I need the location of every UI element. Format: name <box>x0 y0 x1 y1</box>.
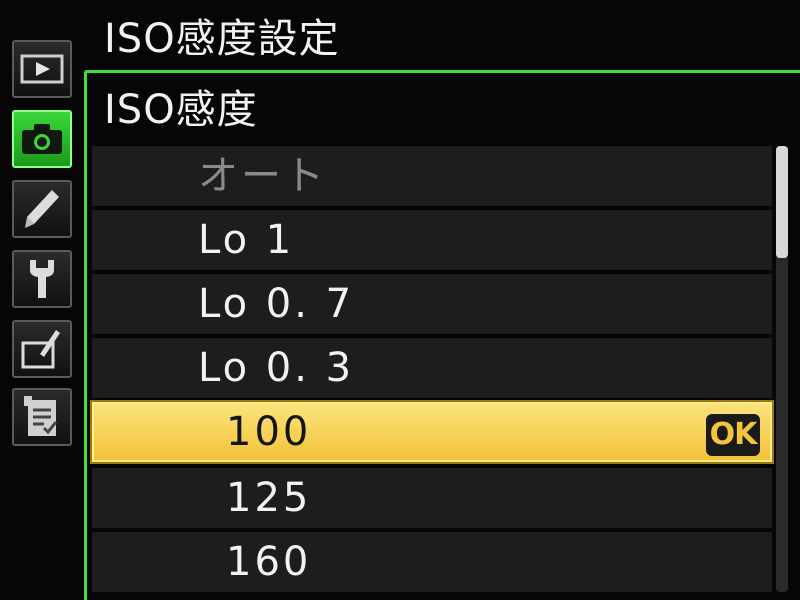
option-lo-0-3[interactable]: Lo 0. 3 <box>92 338 772 398</box>
option-auto: オート <box>92 146 772 206</box>
option-label: 125 <box>226 475 312 521</box>
option-label: Lo 1 <box>198 217 295 263</box>
option-160[interactable]: 160 <box>92 532 772 592</box>
menu-title: ISO感度設定 <box>104 16 340 62</box>
tab-shooting[interactable] <box>12 110 72 168</box>
play-icon <box>20 54 64 84</box>
scrollbar-thumb[interactable] <box>776 146 788 258</box>
ok-button-icon: OK <box>706 414 760 456</box>
option-label: 100 <box>226 409 312 455</box>
option-label: Lo 0. 7 <box>198 281 355 327</box>
tab-playback[interactable] <box>12 40 72 98</box>
tab-setup[interactable] <box>12 250 72 308</box>
camera-icon <box>22 124 62 154</box>
scrollbar[interactable] <box>776 146 788 592</box>
pencil-icon <box>25 190 59 228</box>
option-lo-0-7[interactable]: Lo 0. 7 <box>92 274 772 334</box>
submenu-title: ISO感度 <box>104 87 258 133</box>
retouch-brush-icon <box>21 330 60 369</box>
option-label: Lo 0. 3 <box>198 345 355 391</box>
option-label: オート <box>198 153 327 199</box>
tab-custom-settings[interactable] <box>12 180 72 238</box>
recent-settings-icon <box>24 396 58 436</box>
option-125[interactable]: 125 <box>92 468 772 528</box>
option-100-selected[interactable]: 100 OK <box>90 400 774 464</box>
wrench-icon <box>30 260 54 298</box>
option-label: 160 <box>226 539 312 585</box>
tab-retouch[interactable] <box>12 320 72 378</box>
option-lo-1[interactable]: Lo 1 <box>92 210 772 270</box>
tab-my-menu[interactable] <box>12 388 72 446</box>
